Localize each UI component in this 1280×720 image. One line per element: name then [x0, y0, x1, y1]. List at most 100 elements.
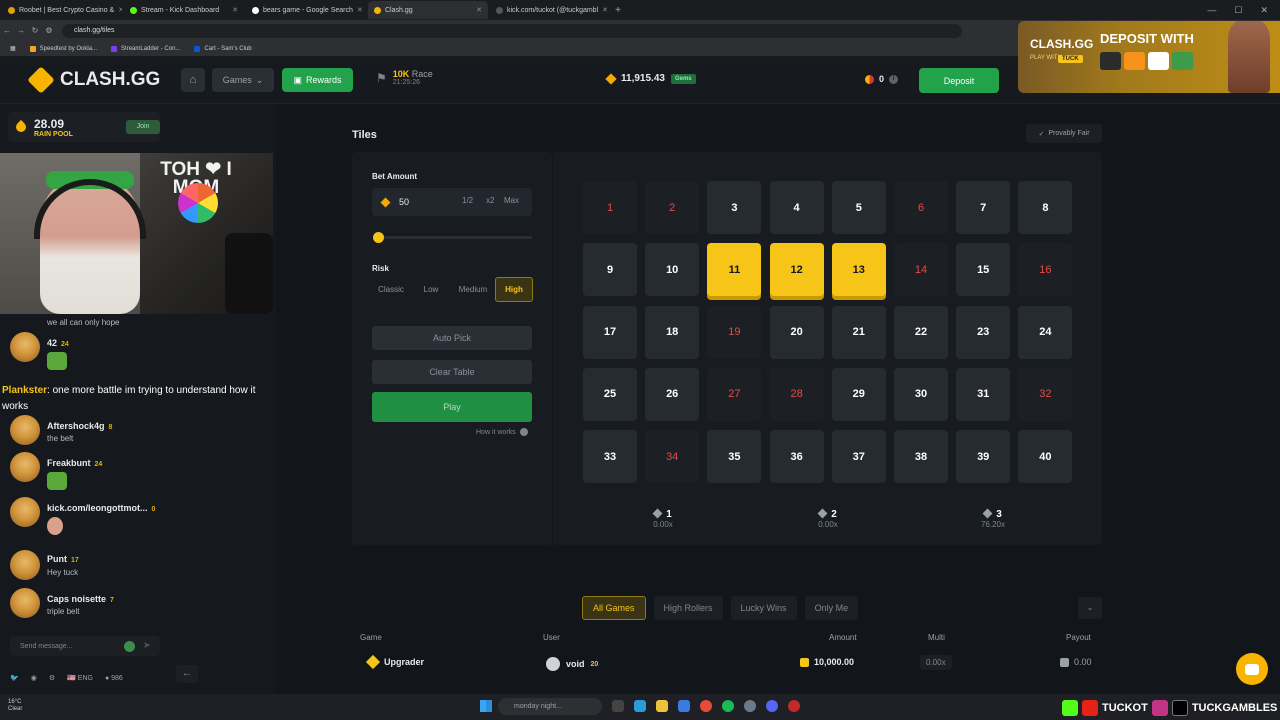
chevron-down-icon[interactable]: ⌄: [1078, 597, 1102, 619]
spotify-icon[interactable]: [722, 700, 734, 712]
tile-38[interactable]: 38: [894, 430, 948, 484]
collapse-chat-button[interactable]: ←: [176, 665, 198, 683]
store-icon[interactable]: [678, 700, 690, 712]
bet-slider[interactable]: [376, 236, 532, 239]
filter-high-rollers[interactable]: High Rollers: [653, 596, 723, 620]
filter-lucky-wins[interactable]: Lucky Wins: [730, 596, 797, 620]
tile-37[interactable]: 37: [831, 430, 886, 484]
tile-22[interactable]: 22: [894, 305, 948, 359]
tile-5[interactable]: 5: [831, 181, 886, 234]
close-tab-icon[interactable]: ✕: [602, 6, 608, 14]
discord-icon[interactable]: ◉: [31, 674, 37, 682]
filter-only-me[interactable]: Only Me: [804, 596, 859, 620]
tile-27[interactable]: 27: [707, 367, 762, 421]
risk-classic-button[interactable]: Classic: [372, 277, 410, 302]
home-button[interactable]: ⌂: [181, 68, 205, 92]
half-bet-button[interactable]: 1/2: [462, 196, 473, 205]
tile-32[interactable]: 32: [1018, 367, 1073, 421]
browser-tab[interactable]: kick.com/tuckot (@tuckgambl ✕: [490, 1, 610, 19]
username[interactable]: Freakbunt: [47, 458, 91, 468]
twitter-icon[interactable]: 🐦: [10, 674, 19, 682]
deposit-button[interactable]: Deposit: [919, 68, 999, 93]
taskbar-search[interactable]: monday night...: [498, 698, 602, 715]
new-tab-button[interactable]: +: [610, 5, 626, 16]
auto-pick-button[interactable]: Auto Pick: [372, 326, 532, 350]
tile-20[interactable]: 20: [769, 305, 824, 359]
tile-34[interactable]: 34: [645, 430, 700, 484]
tile-14[interactable]: 14: [894, 243, 948, 297]
bet-slider-handle[interactable]: [373, 232, 384, 243]
browser-tab[interactable]: Roobet | Best Crypto Casino & ✕: [2, 1, 122, 19]
provably-fair-button[interactable]: ✓ Provably Fair: [1026, 124, 1102, 143]
tile-1[interactable]: 1: [583, 181, 637, 234]
send-icon[interactable]: ➤: [143, 640, 155, 652]
weather-widget[interactable]: 16°C Clear: [8, 699, 22, 713]
join-rain-button[interactable]: Join: [126, 120, 160, 134]
bookmark-item[interactable]: StreamLadder - Con...: [111, 45, 180, 52]
tile-10[interactable]: 10: [645, 243, 700, 297]
tile-36[interactable]: 36: [769, 430, 824, 484]
tile-28[interactable]: 28: [769, 367, 824, 421]
tile-25[interactable]: 25: [583, 367, 637, 421]
site-info-icon[interactable]: ⚙: [42, 26, 56, 35]
tile-9[interactable]: 9: [583, 243, 637, 297]
browser-tab[interactable]: Stream - Kick Dashboard ✕: [124, 1, 244, 19]
tile-19[interactable]: 19: [707, 305, 762, 359]
username[interactable]: Aftershock4g: [47, 421, 105, 431]
windows-start-icon[interactable]: [480, 700, 492, 712]
bookmark-item[interactable]: Speedtest by Ookla...: [29, 45, 97, 52]
tile-30[interactable]: 30: [894, 367, 948, 421]
emoji-icon[interactable]: [124, 641, 135, 652]
tile-7[interactable]: 7: [956, 181, 1011, 234]
tile-16[interactable]: 16: [1018, 243, 1073, 297]
games-dropdown[interactable]: Games ⌄: [212, 68, 274, 92]
tile-12[interactable]: 12: [769, 243, 824, 297]
tile-31[interactable]: 31: [956, 367, 1011, 421]
table-row[interactable]: Upgrader void 20 10,000.00 0.00x 0.00: [360, 653, 1102, 675]
chat-input[interactable]: Send message...: [10, 636, 160, 656]
tile-24[interactable]: 24: [1018, 305, 1073, 359]
balance-display[interactable]: 11,915.43 Gems: [605, 72, 696, 85]
reload-icon[interactable]: ↻: [28, 26, 42, 35]
maximize-icon[interactable]: ☐: [1234, 5, 1242, 16]
settings-icon[interactable]: ⚙: [49, 674, 55, 682]
race-widget[interactable]: ⚑ 10K Race 21:25:26: [376, 69, 433, 86]
tile-40[interactable]: 40: [1018, 430, 1073, 484]
risk-high-button[interactable]: High: [495, 277, 533, 302]
tile-17[interactable]: 17: [583, 305, 637, 359]
tile-21[interactable]: 21: [831, 305, 886, 359]
username[interactable]: 42: [47, 338, 57, 348]
tile-13[interactable]: 13: [831, 243, 886, 297]
filter-all-games[interactable]: All Games: [582, 596, 646, 620]
tile-35[interactable]: 35: [707, 430, 762, 484]
task-view-icon[interactable]: [612, 700, 624, 712]
language-selector[interactable]: 🇺🇸 ENG: [67, 674, 93, 682]
support-chat-button[interactable]: [1236, 653, 1268, 685]
tile-23[interactable]: 23: [956, 305, 1011, 359]
minimize-icon[interactable]: —: [1207, 5, 1216, 16]
tile-8[interactable]: 8: [1018, 181, 1073, 234]
info-icon[interactable]: i: [889, 74, 899, 84]
username[interactable]: Punt: [47, 554, 67, 564]
edge-icon[interactable]: [634, 700, 646, 712]
file-explorer-icon[interactable]: [656, 700, 668, 712]
tile-11[interactable]: 11: [707, 243, 762, 297]
tile-15[interactable]: 15: [956, 243, 1011, 297]
how-it-works-link[interactable]: How it works: [476, 428, 528, 436]
coin-counter[interactable]: 0 i: [865, 74, 899, 84]
risk-medium-button[interactable]: Medium: [452, 277, 494, 302]
bookmark-item[interactable]: Cart - Sam's Club: [194, 45, 252, 52]
tile-3[interactable]: 3: [707, 181, 762, 234]
tile-2[interactable]: 2: [645, 181, 700, 234]
forward-icon[interactable]: →: [14, 26, 28, 35]
close-tab-icon[interactable]: ✕: [476, 6, 482, 14]
close-window-icon[interactable]: ✕: [1260, 5, 1268, 16]
play-button[interactable]: Play: [372, 392, 532, 422]
max-bet-button[interactable]: Max: [504, 196, 519, 205]
back-icon[interactable]: ←: [0, 26, 14, 35]
browser-tab[interactable]: bears game - Google Search ✕: [246, 1, 366, 19]
tile-26[interactable]: 26: [645, 367, 700, 421]
chrome-icon[interactable]: [700, 700, 712, 712]
username[interactable]: kick.com/leongottmot...: [47, 503, 148, 513]
double-bet-button[interactable]: x2: [486, 196, 494, 205]
